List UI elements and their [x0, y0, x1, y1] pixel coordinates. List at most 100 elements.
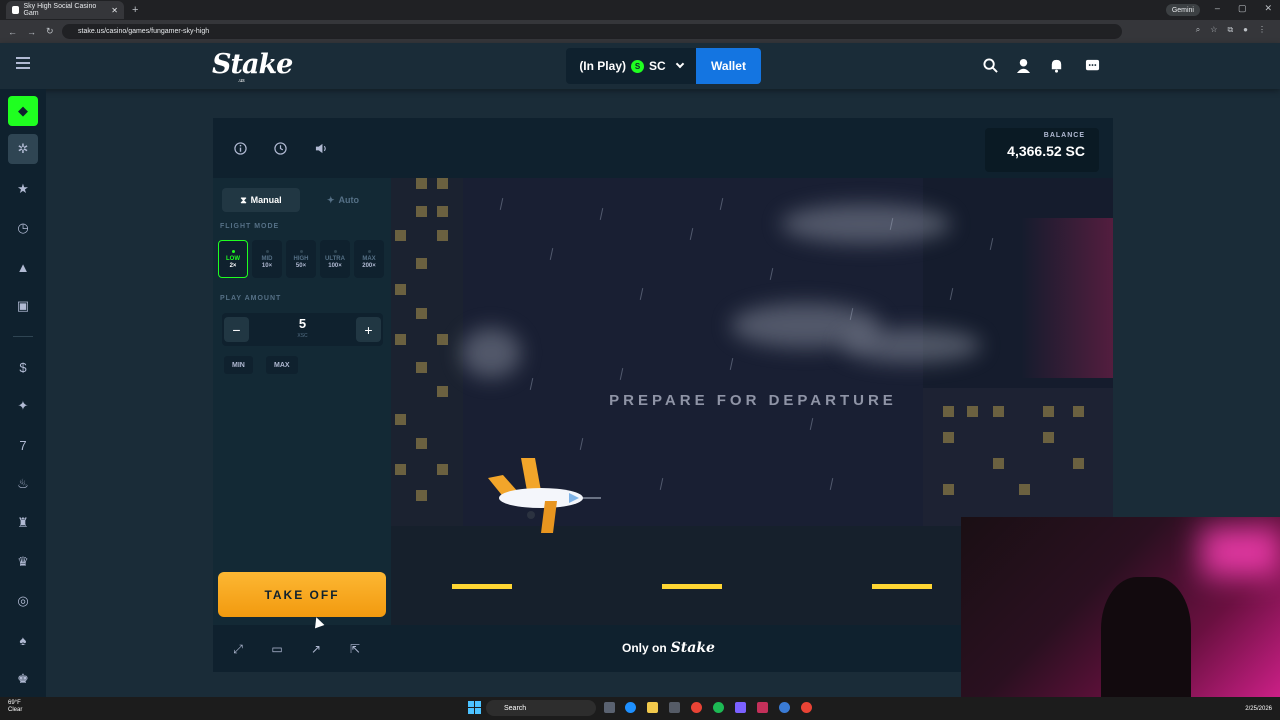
currency-selector[interactable]: (In Play) S SC: [566, 48, 696, 84]
chat-icon[interactable]: [1084, 57, 1100, 73]
tab-manual-label: Manual: [250, 195, 282, 205]
favicon-icon: [12, 6, 20, 14]
flight-mode-selector: LOW 2× MID 10× HIGH 50× ULTRA 100× MAX 200×: [218, 240, 384, 278]
maximize-icon[interactable]: ▢: [1238, 3, 1247, 14]
taskbar: 69°F Clear Search 2/25/2026: [0, 697, 1280, 720]
increase-amount-button[interactable]: +: [356, 317, 381, 342]
decrease-amount-button[interactable]: −: [224, 317, 249, 342]
file-explorer-icon[interactable]: [647, 702, 658, 713]
back-icon[interactable]: ←: [8, 27, 17, 37]
trophy-icon[interactable]: ♚: [8, 664, 38, 694]
task-view-icon[interactable]: [604, 702, 615, 713]
new-tab-icon[interactable]: +: [132, 4, 138, 16]
balance-box: BALANCE 4,366.52 SC: [985, 128, 1099, 172]
balance-value: 4,366.52 SC: [1007, 143, 1085, 159]
tab-manual[interactable]: ⧗ Manual: [222, 188, 300, 212]
app-icon[interactable]: [801, 702, 812, 713]
popular-icon[interactable]: ♨: [8, 469, 38, 499]
flight-mode-ultra[interactable]: ULTRA 100×: [320, 240, 350, 278]
windows-start-icon[interactable]: [468, 701, 481, 714]
profile-icon[interactable]: ●: [1243, 25, 1248, 35]
flight-mode-name: LOW: [226, 255, 240, 262]
in-play-label: (In Play): [579, 59, 626, 73]
runway-marking: [872, 584, 932, 589]
browser-tab[interactable]: Sky High Social Casino Gam ✕: [6, 1, 124, 19]
chevron-down-icon: [675, 59, 684, 69]
flight-mode-mult: 100×: [328, 262, 342, 269]
taskbar-search-label: Search: [504, 704, 527, 712]
stake-exclusives-icon[interactable]: $: [8, 352, 38, 382]
theatre-mode-icon[interactable]: ▭: [269, 641, 285, 657]
sound-icon[interactable]: [312, 139, 330, 157]
taskbar-search[interactable]: Search: [486, 700, 596, 716]
casino-icon[interactable]: ✲: [8, 134, 38, 164]
wallet-button[interactable]: Wallet: [696, 48, 761, 84]
sidebar-divider: [13, 336, 33, 337]
flight-mode-mult: 10×: [261, 262, 273, 269]
stats-icon[interactable]: ↗: [308, 641, 324, 657]
game-topbar: BALANCE 4,366.52 SC: [213, 118, 1113, 178]
flight-mode-name: ULTRA: [325, 255, 345, 262]
store-icon[interactable]: [669, 702, 680, 713]
flight-mode-low[interactable]: LOW 2×: [218, 240, 248, 278]
menu-icon[interactable]: [16, 57, 30, 69]
popout-icon[interactable]: ⇱: [347, 641, 363, 657]
only-on-stake: Only on Stake: [622, 640, 715, 656]
app-icon[interactable]: [757, 702, 768, 713]
status-message: PREPARE FOR DEPARTURE: [609, 392, 897, 409]
recent-icon[interactable]: ◷: [8, 213, 38, 243]
tab-auto[interactable]: ✦ Auto: [304, 188, 382, 212]
take-off-button[interactable]: TAKE OFF: [218, 572, 386, 617]
table-games-icon[interactable]: ♜: [8, 508, 38, 538]
window-close-icon[interactable]: ✕: [1264, 3, 1272, 14]
gemini-button[interactable]: Gemini: [1165, 4, 1200, 16]
minimize-icon[interactable]: –: [1215, 3, 1220, 14]
left-sidebar: ◆ ✲ ★ ◷ ▲ ▣ $ ✦ 7 ♨ ♜ ♛ ◎ ♠ ♚: [0, 89, 46, 697]
slots-icon[interactable]: 7: [8, 430, 38, 460]
reload-icon[interactable]: ↻: [46, 26, 54, 37]
roulette-icon[interactable]: ◎: [8, 586, 38, 616]
url-field[interactable]: stake.us/casino/games/fungamer-sky-high: [62, 24, 1122, 39]
building-right: [923, 388, 1113, 528]
history-icon[interactable]: [271, 139, 289, 157]
browser-menu-icon[interactable]: ⋮: [1258, 25, 1266, 35]
discord-icon[interactable]: [735, 702, 746, 713]
url-text: stake.us/casino/games/fungamer-sky-high: [78, 28, 210, 35]
user-icon[interactable]: [1015, 57, 1031, 73]
search-icon[interactable]: [982, 57, 998, 73]
spotify-icon[interactable]: [713, 702, 724, 713]
blackjack-icon[interactable]: ♠: [8, 625, 38, 655]
address-bar-icons: ⌕ ☆ ⧉ ● ⋮: [1196, 25, 1266, 35]
flight-mode-name: HIGH: [293, 255, 309, 262]
tab-title: Sky High Social Casino Gam: [23, 3, 97, 17]
weather-temp: 69°F: [8, 700, 21, 706]
extensions-icon[interactable]: ⧉: [1227, 25, 1233, 35]
my-bets-icon[interactable]: ▣: [8, 291, 38, 321]
weather-widget[interactable]: 69°F Clear: [8, 700, 22, 714]
app-icon[interactable]: [779, 702, 790, 713]
fullscreen-icon[interactable]: ⤢: [230, 641, 246, 657]
zoom-icon[interactable]: ⌕: [1196, 25, 1200, 35]
webcam-overlay: [961, 517, 1280, 705]
flight-mode-high[interactable]: HIGH 50×: [286, 240, 316, 278]
close-icon[interactable]: ✕: [111, 6, 118, 15]
challenges-icon[interactable]: ▲: [8, 252, 38, 282]
currency-label: SC: [649, 59, 666, 73]
flight-mode-max[interactable]: MAX 200×: [354, 240, 384, 278]
bell-icon[interactable]: [1048, 57, 1064, 73]
bookmark-star-icon[interactable]: ☆: [1210, 25, 1217, 35]
chrome-icon[interactable]: [691, 702, 702, 713]
favourites-icon[interactable]: ★: [8, 174, 38, 204]
taskbar-date: 2/25/2026: [1245, 706, 1272, 712]
sc-coin-icon: S: [631, 59, 644, 73]
live-casino-icon[interactable]: ♛: [8, 547, 38, 577]
edge-icon[interactable]: [625, 702, 636, 713]
new-releases-icon[interactable]: ✦: [8, 391, 38, 421]
min-button[interactable]: MIN: [224, 356, 253, 374]
stake-logo[interactable]: Stake: [212, 49, 293, 80]
stake-originals-icon[interactable]: ◆: [8, 96, 38, 126]
info-icon[interactable]: [231, 139, 249, 157]
max-button[interactable]: MAX: [266, 356, 298, 374]
forward-icon[interactable]: →: [27, 27, 36, 37]
flight-mode-mid[interactable]: MID 10×: [252, 240, 282, 278]
